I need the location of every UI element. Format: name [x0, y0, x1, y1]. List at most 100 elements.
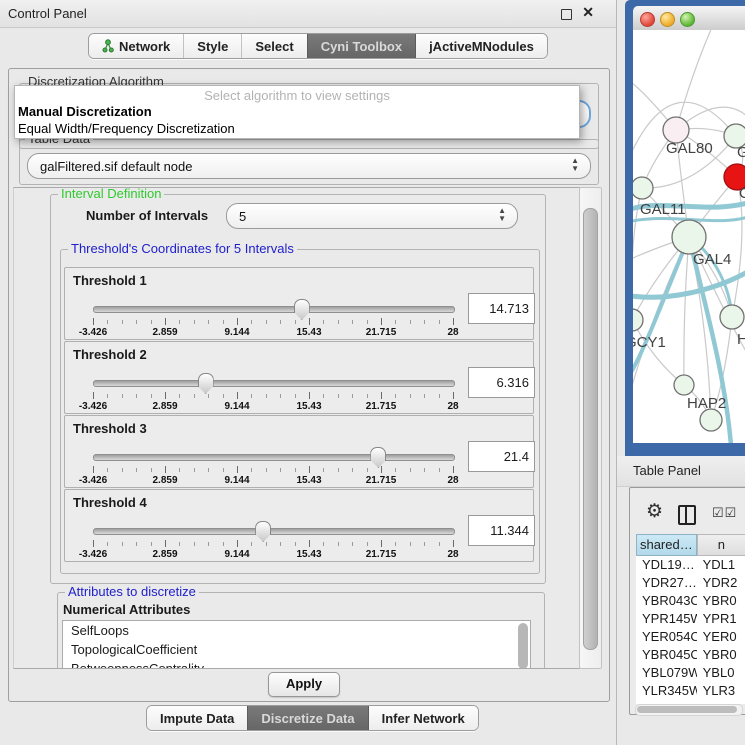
slider-track[interactable]	[93, 380, 455, 387]
slider-track[interactable]	[93, 528, 455, 535]
table-row[interactable]: YER054CYER0	[636, 628, 745, 646]
vertical-scrollbar[interactable]	[579, 187, 602, 669]
tab-label: Network	[119, 39, 170, 54]
list-scrollbar-thumb[interactable]	[518, 623, 528, 669]
slider-tick	[309, 466, 310, 473]
network-node[interactable]	[633, 309, 643, 331]
select-columns-checkboxes-icon[interactable]: ☑☑	[712, 505, 737, 521]
slider-tick	[179, 542, 180, 546]
slider-thumb[interactable]	[294, 299, 310, 320]
node-table[interactable]: shared…nYDL19…YDL1YDR27…YDR2YBR043CYBR0Y…	[636, 534, 745, 704]
tab-cyni-toolbox[interactable]: Cyni Toolbox	[307, 34, 415, 58]
slider-tick	[151, 542, 152, 546]
network-node-label: GAL4	[693, 251, 731, 268]
slider-tick	[453, 540, 454, 547]
table-data-combobox[interactable]: galFiltered.sif default node ▲▼	[27, 153, 591, 179]
slider-thumb[interactable]	[255, 521, 271, 542]
slider-thumb[interactable]	[198, 373, 214, 394]
threshold-value-field[interactable]: 6.316	[468, 367, 535, 398]
table-row[interactable]: YDR27…YDR2	[636, 574, 745, 592]
network-view-window[interactable]: GAL80GACGAL11GAL4GCY1HHAP2	[625, 0, 745, 456]
attribute-list-item[interactable]: TopologicalCoefficient	[63, 640, 530, 659]
slider-tick-label: 15.43	[284, 401, 334, 412]
threshold-value-field[interactable]: 14.713	[468, 293, 535, 324]
tab-discretize-data[interactable]: Discretize Data	[247, 706, 367, 730]
network-node[interactable]	[700, 409, 722, 431]
column-header-1[interactable]: shared…	[636, 534, 697, 556]
tab-jactivemnodules[interactable]: jActiveMNodules	[415, 34, 547, 58]
float-window-icon[interactable]	[561, 9, 572, 20]
tab-impute-data[interactable]: Impute Data	[147, 706, 247, 730]
network-node-label: GCY1	[633, 334, 666, 351]
gear-icon[interactable]: ⚙	[646, 500, 663, 523]
slider-tick-label: -3.426	[68, 475, 118, 486]
slider-tick-label: 9.144	[212, 475, 262, 486]
slider-tick	[165, 466, 166, 473]
tab-style[interactable]: Style	[183, 34, 241, 58]
slider-tick	[179, 468, 180, 472]
list-scrollbar[interactable]	[517, 623, 529, 669]
slider-tick	[194, 394, 195, 398]
close-traffic-light-icon[interactable]	[640, 12, 655, 27]
slider-tick	[323, 320, 324, 324]
slider-tick	[251, 320, 252, 324]
threshold-value-field[interactable]: 11.344	[468, 515, 535, 546]
slider-tick	[223, 542, 224, 546]
numerical-attributes-list[interactable]: SelfLoopsTopologicalCoefficientBetweenne…	[62, 620, 531, 669]
network-window-titlebar[interactable]	[633, 6, 745, 31]
network-icon	[102, 39, 114, 53]
network-node[interactable]	[672, 220, 706, 254]
tab-infer-network[interactable]: Infer Network	[368, 706, 478, 730]
table-row[interactable]: YDL19…YDL1	[636, 556, 745, 574]
tab-label: Style	[197, 39, 228, 54]
slider-tick	[251, 542, 252, 546]
tab-network[interactable]: Network	[89, 34, 183, 58]
columns-layout-icon[interactable]	[678, 505, 696, 525]
slider-tick-label: 2.859	[140, 549, 190, 560]
tab-select[interactable]: Select	[241, 34, 306, 58]
zoom-traffic-light-icon[interactable]	[680, 12, 695, 27]
algorithm-option-equal-width[interactable]: Equal Width/Frequency Discretization	[15, 120, 579, 137]
table-row[interactable]: YBR045CYBR0	[636, 646, 745, 664]
slider-tick	[280, 542, 281, 546]
slider-tick	[424, 542, 425, 546]
table-cell: YDL1	[697, 556, 745, 574]
vertical-scrollbar-thumb[interactable]	[583, 208, 598, 650]
table-cell: YDL19…	[636, 556, 697, 574]
network-node[interactable]	[674, 375, 694, 395]
table-row[interactable]: YPR145WYPR1	[636, 610, 745, 628]
slider-thumb[interactable]	[370, 447, 386, 468]
slider-track[interactable]	[93, 454, 455, 461]
minimize-traffic-light-icon[interactable]	[660, 12, 675, 27]
slider-tick	[309, 540, 310, 547]
slider-tick-label: 15.43	[284, 549, 334, 560]
slider-tick	[107, 320, 108, 324]
table-row[interactable]: YBR043CYBR0	[636, 592, 745, 610]
slider-tick	[122, 394, 123, 398]
close-icon[interactable]: ✕	[582, 4, 594, 21]
slider-tick	[194, 542, 195, 546]
table-row[interactable]: YBL079WYBL0	[636, 664, 745, 682]
table-row[interactable]: YLR345WYLR3	[636, 682, 745, 700]
threshold-value-field[interactable]: 21.4	[468, 441, 535, 472]
network-node[interactable]	[633, 177, 653, 199]
table-cell: YBR0	[697, 592, 745, 610]
slider-tick	[367, 394, 368, 398]
table-hscroll-thumb[interactable]	[637, 706, 737, 713]
attribute-list-item[interactable]: BetweennessCentrality	[63, 659, 530, 669]
num-intervals-combobox[interactable]: 5 ▲▼	[226, 203, 518, 229]
column-header-2[interactable]: n	[697, 534, 745, 556]
network-canvas[interactable]: GAL80GACGAL11GAL4GCY1HHAP2	[633, 30, 745, 443]
slider-track[interactable]	[93, 306, 455, 313]
table-horizontal-scrollbar[interactable]	[635, 704, 743, 716]
slider-tick	[439, 320, 440, 324]
table-cell: YER0	[697, 628, 745, 646]
table-cell: YBR0	[697, 646, 745, 664]
network-node[interactable]	[720, 305, 744, 329]
algorithm-option-manual[interactable]: Manual Discretization	[15, 103, 579, 120]
apply-button[interactable]: Apply	[268, 672, 340, 697]
attribute-list-item[interactable]: SelfLoops	[63, 621, 530, 640]
slider-tick	[122, 468, 123, 472]
slider-tick	[93, 318, 94, 325]
interval-group-label: Interval Definition	[58, 187, 164, 201]
